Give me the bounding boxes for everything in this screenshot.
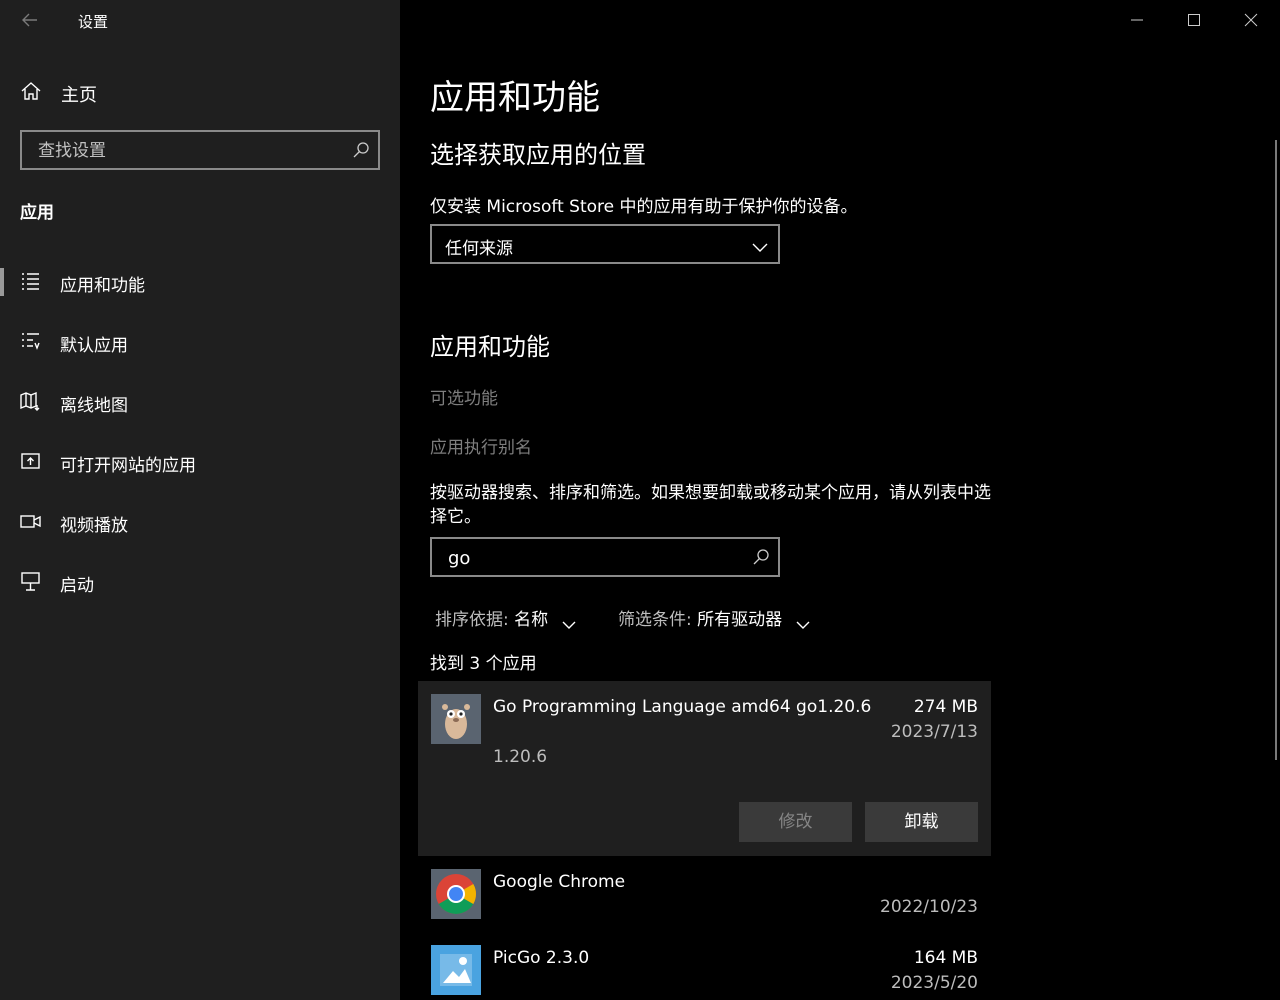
app-size: 164 MB <box>913 948 978 968</box>
app-size: 274 MB <box>913 697 978 717</box>
apps-section-title: 应用和功能 <box>430 333 550 361</box>
minimize-icon[interactable] <box>1125 8 1149 32</box>
app-install-date: 2022/10/23 <box>880 897 978 917</box>
window-title: 设置 <box>78 13 109 31</box>
app-execution-aliases-link[interactable]: 应用执行别名 <box>430 433 532 458</box>
go-gopher-icon <box>431 694 481 744</box>
maximize-icon[interactable] <box>1182 8 1206 32</box>
startup-icon <box>20 571 41 592</box>
app-list-item-go[interactable]: Go Programming Language amd64 go1.20.6 2… <box>418 681 991 856</box>
sidebar-item-startup[interactable]: 启动 <box>0 562 400 602</box>
chevron-down-icon <box>562 615 576 629</box>
default-apps-icon <box>20 331 41 352</box>
sidebar-item-label: 默认应用 <box>60 336 128 356</box>
apps-features-icon <box>20 271 41 292</box>
app-list-item-chrome[interactable]: Google Chrome 2022/10/23 <box>418 856 991 932</box>
sidebar-item-home[interactable]: 主页 <box>0 72 400 112</box>
sort-by-key: 排序依据: <box>435 610 509 630</box>
sidebar-item-label: 离线地图 <box>60 396 128 416</box>
apps-search-input[interactable] <box>446 539 740 577</box>
app-name: Google Chrome <box>493 872 626 892</box>
chevron-down-icon <box>796 615 810 629</box>
settings-search-box[interactable] <box>20 130 380 170</box>
app-version: 1.20.6 <box>493 747 548 767</box>
picgo-icon <box>431 945 481 995</box>
sidebar-item-label: 可打开网站的应用 <box>60 456 196 476</box>
filter-by-value: 所有驱动器 <box>697 610 783 630</box>
sort-by-dropdown[interactable]: 排序依据: 名称 <box>435 605 576 630</box>
sort-by-value: 名称 <box>514 610 549 630</box>
filter-by-dropdown[interactable]: 筛选条件: 所有驱动器 <box>618 605 810 630</box>
sidebar-item-offline-maps[interactable]: 离线地图 <box>0 382 400 422</box>
filter-by-key: 筛选条件: <box>618 610 692 630</box>
app-source-title: 选择获取应用的位置 <box>430 141 646 169</box>
search-icon[interactable] <box>752 548 770 566</box>
modify-button[interactable]: 修改 <box>739 802 852 842</box>
app-source-description: 仅安装 Microsoft Store 中的应用有助于保护你的设备。 <box>430 197 858 217</box>
offline-maps-icon <box>20 391 41 412</box>
apps-for-websites-icon <box>20 451 41 472</box>
page-title: 应用和功能 <box>430 78 600 118</box>
app-install-date: 2023/5/20 <box>890 973 978 993</box>
sidebar-section-header: 应用 <box>20 203 54 223</box>
sidebar-item-apps-features[interactable]: 应用和功能 <box>0 262 400 302</box>
dropdown-value: 任何来源 <box>445 239 513 259</box>
chevron-down-icon <box>752 238 768 252</box>
sidebar-item-label: 启动 <box>60 576 94 596</box>
selection-indicator <box>0 268 4 296</box>
sidebar-item-default-apps[interactable]: 默认应用 <box>0 322 400 362</box>
app-name: Go Programming Language amd64 go1.20.6 <box>493 697 872 717</box>
app-name: PicGo 2.3.0 <box>493 948 590 968</box>
sidebar-item-video-playback[interactable]: 视频播放 <box>0 502 400 542</box>
sidebar-item-apps-for-websites[interactable]: 可打开网站的应用 <box>0 442 400 482</box>
sidebar-item-label: 应用和功能 <box>60 276 145 296</box>
settings-search-input[interactable] <box>36 132 340 170</box>
sidebar-item-label: 视频播放 <box>60 516 128 536</box>
back-arrow-icon[interactable] <box>20 10 40 30</box>
chrome-icon <box>431 869 481 919</box>
uninstall-button[interactable]: 卸载 <box>865 802 978 842</box>
home-icon <box>20 80 42 102</box>
app-install-date: 2023/7/13 <box>890 722 978 742</box>
sidebar: 设置 主页 应用 应用和功能 默认应用 离线地图 可 <box>0 0 400 1000</box>
app-list-item-picgo[interactable]: PicGo 2.3.0 164 MB 2023/5/20 <box>418 932 991 1000</box>
optional-features-link[interactable]: 可选功能 <box>430 384 498 409</box>
apps-search-description: 按驱动器搜索、排序和筛选。如果想要卸载或移动某个应用，请从列表中选择它。 <box>430 483 991 527</box>
apps-found-count: 找到 3 个应用 <box>430 654 537 674</box>
close-icon[interactable] <box>1239 8 1263 32</box>
scrollbar[interactable] <box>1275 140 1277 760</box>
apps-search-box[interactable] <box>430 537 780 577</box>
app-source-dropdown[interactable]: 任何来源 <box>430 224 780 264</box>
search-icon[interactable] <box>352 141 370 159</box>
video-playback-icon <box>20 511 41 532</box>
home-label: 主页 <box>61 85 97 106</box>
